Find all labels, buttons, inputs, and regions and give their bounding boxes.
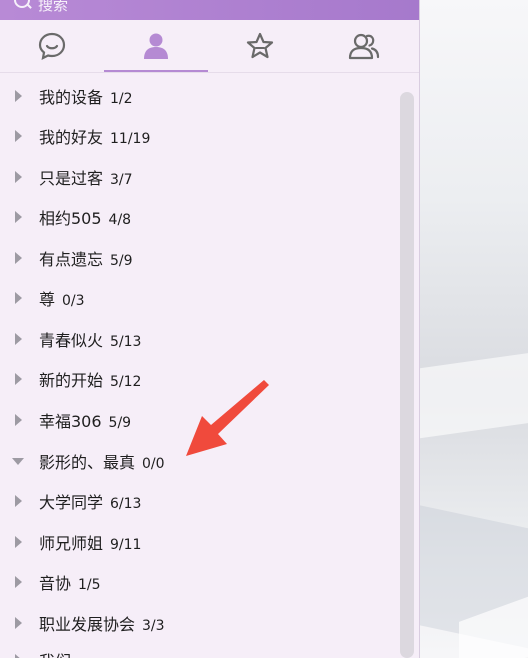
collapsed-caret-icon: [15, 536, 22, 548]
group-name: 尊: [39, 290, 56, 309]
group-item[interactable]: 有点遗忘 5/9: [0, 238, 395, 278]
group-item[interactable]: 我们: [0, 640, 395, 658]
desktop-background: [419, 0, 528, 658]
group-online-count: 3/7: [110, 172, 133, 188]
people-icon: [348, 33, 380, 60]
group-name: 只是过客: [39, 169, 104, 188]
group-name: 新的开始: [39, 371, 104, 390]
group-item[interactable]: 职业发展协会 3/3: [0, 603, 395, 643]
group-online-count: 9/11: [110, 537, 142, 553]
group-name: 影形的、最真: [39, 453, 136, 472]
collapsed-caret-icon: [15, 495, 22, 507]
collapsed-caret-icon: [15, 654, 22, 658]
group-item[interactable]: 我的好友 11/19: [0, 116, 395, 156]
group-name: 青春似火: [39, 331, 104, 350]
collapsed-caret-icon: [15, 292, 22, 304]
star-icon: [246, 32, 274, 59]
group-online-count: 4/8: [108, 212, 132, 228]
group-name: 音协: [39, 574, 72, 593]
divider: [0, 72, 419, 73]
background-shape: [419, 348, 528, 442]
collapsed-caret-icon: [15, 90, 22, 102]
search-icon: [14, 0, 30, 8]
tab-conversations[interactable]: [0, 20, 104, 72]
group-name: 大学同学: [39, 493, 104, 512]
group-name: 职业发展协会: [39, 615, 136, 634]
group-item[interactable]: 我的设备 1/2: [0, 76, 395, 116]
group-item[interactable]: 音协 1/5: [0, 562, 395, 602]
collapsed-caret-icon: [15, 211, 22, 223]
tab-groups[interactable]: [312, 20, 416, 72]
search-bar[interactable]: 搜索: [0, 0, 419, 20]
search-placeholder: 搜索: [38, 0, 69, 14]
tab-contacts[interactable]: [104, 20, 208, 72]
group-online-count: 5/12: [110, 374, 142, 390]
group-online-count: 5/9: [108, 415, 132, 431]
scrollbar-thumb[interactable]: [400, 92, 414, 658]
group-online-count: 3/3: [142, 618, 165, 634]
collapsed-caret-icon: [15, 617, 22, 629]
group-name: 幸福306: [39, 412, 102, 431]
group-online-count: 11/19: [110, 131, 151, 147]
group-item[interactable]: 大学同学 6/13: [0, 481, 395, 521]
collapsed-caret-icon: [15, 252, 22, 264]
collapsed-caret-icon: [15, 373, 22, 385]
group-online-count: 5/9: [110, 253, 133, 269]
group-item[interactable]: 师兄师姐 9/11: [0, 522, 395, 562]
collapsed-caret-icon: [15, 576, 22, 588]
group-online-count: 1/5: [78, 577, 101, 593]
contacts-panel: 搜索 我的设备 1/2 我的好友 11/19 只是过客 3/7 相约505 4/…: [0, 0, 419, 658]
group-name: 我的设备: [39, 88, 104, 107]
group-name: 我的好友: [39, 128, 104, 147]
main-tabs: [0, 20, 419, 72]
group-online-count: 5/13: [110, 334, 142, 350]
person-icon: [144, 33, 168, 59]
group-name: 相约505: [39, 209, 102, 228]
collapsed-caret-icon: [15, 414, 22, 426]
group-online-count: 1/2: [110, 91, 133, 107]
group-item[interactable]: 尊 0/3: [0, 278, 395, 318]
red-arrow-annotation: [186, 380, 269, 456]
chat-bubble-icon: [38, 32, 66, 60]
group-item[interactable]: 只是过客 3/7: [0, 157, 395, 197]
group-online-count: 0/0: [142, 456, 165, 472]
group-name: 有点遗忘: [39, 250, 104, 269]
collapsed-caret-icon: [15, 333, 22, 345]
group-name: 师兄师姐: [39, 534, 104, 553]
group-name: 我们: [39, 652, 71, 658]
tab-favorites[interactable]: [208, 20, 312, 72]
group-online-count: 6/13: [110, 496, 142, 512]
group-item[interactable]: 相约505 4/8: [0, 197, 395, 237]
group-online-count: 0/3: [62, 293, 85, 309]
collapsed-caret-icon: [15, 130, 22, 142]
collapsed-caret-icon: [15, 171, 22, 183]
expanded-caret-icon: [12, 457, 24, 465]
group-item[interactable]: 青春似火 5/13: [0, 319, 395, 359]
